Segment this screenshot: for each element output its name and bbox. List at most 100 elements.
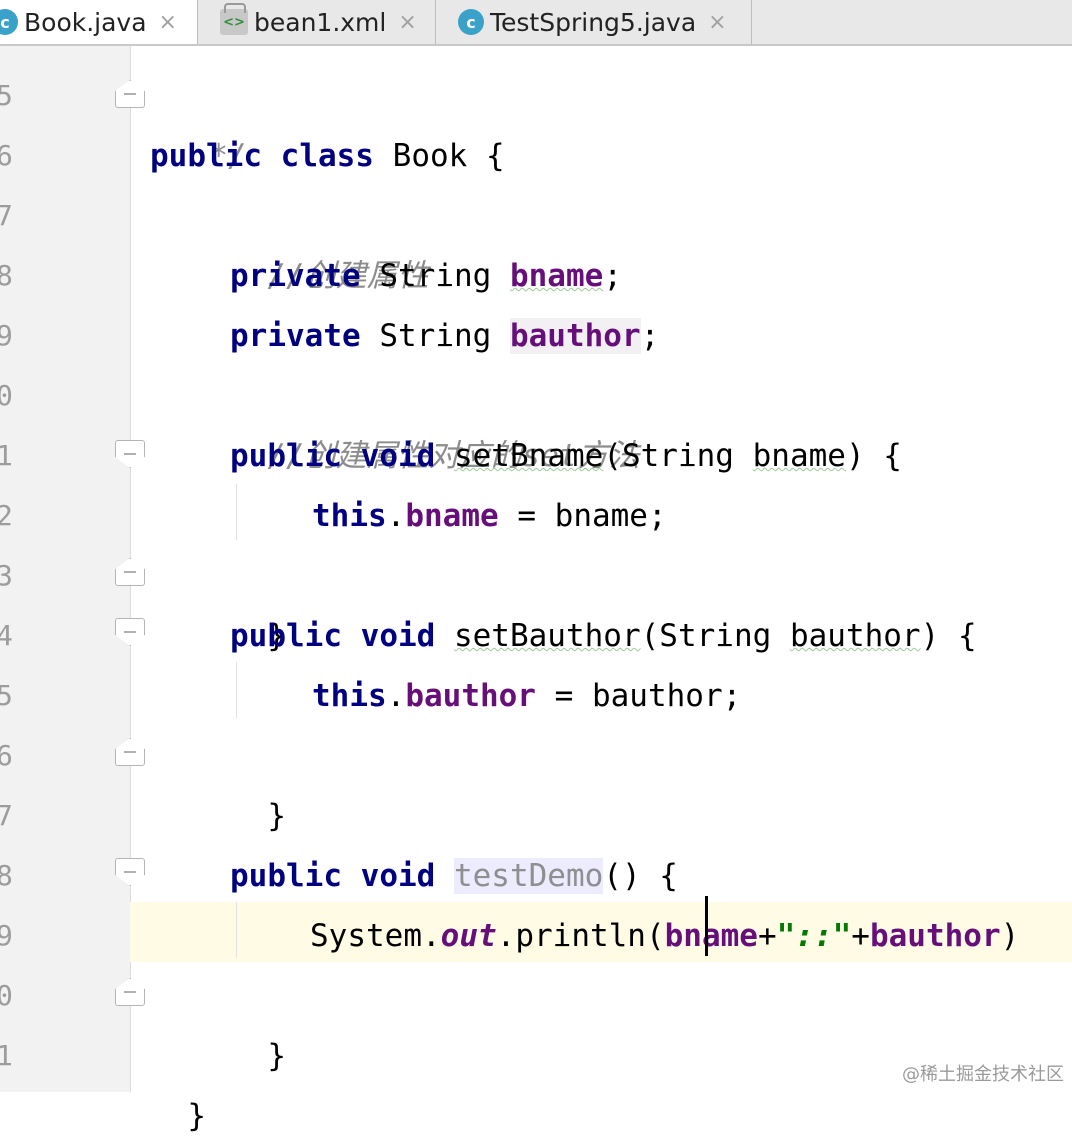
string-literal: "::" — [776, 918, 852, 954]
watermark: @稀土掘金技术社区 — [902, 1064, 1064, 1085]
line-number: 3 — [0, 559, 13, 592]
line-number: 1 — [0, 439, 13, 472]
code-line-19[interactable]: System.out.println(bname+"::"+bauthor) — [310, 906, 1019, 966]
close-icon[interactable]: × — [708, 10, 726, 35]
type: String — [379, 318, 492, 354]
method-name: testDemo — [453, 858, 604, 894]
keyword: public — [230, 438, 342, 474]
dot: . — [386, 498, 406, 534]
brace: { — [485, 138, 505, 174]
line-number: 1 — [0, 1039, 13, 1072]
semicolon: ; — [603, 258, 622, 294]
line-number: 6 — [0, 139, 13, 172]
java-class-icon: c — [0, 9, 18, 35]
paren: ( — [640, 618, 660, 654]
indent-guide — [236, 662, 237, 718]
line-number: 9 — [0, 919, 13, 952]
line-number: 7 — [0, 199, 13, 232]
code-line-14[interactable]: public void setBauthor(String bauthor) { — [230, 606, 977, 666]
brace: { — [883, 438, 902, 474]
code-line-13[interactable]: } — [230, 546, 286, 654]
static-field: out — [440, 918, 497, 954]
class-name: Book — [392, 138, 468, 174]
code-line-8[interactable]: private String bname; — [230, 246, 622, 306]
type: String — [621, 438, 734, 474]
tab-book-java[interactable]: c Book.java × — [0, 0, 198, 44]
line-number: 7 — [0, 799, 13, 832]
indent-guide — [236, 902, 237, 958]
brace: } — [267, 798, 286, 834]
line-number: 9 — [0, 319, 13, 352]
field-name: bname — [405, 498, 499, 534]
code-line-5[interactable]: */ — [172, 66, 246, 174]
close-icon[interactable]: × — [398, 10, 416, 35]
code-line-16[interactable]: } — [230, 726, 286, 834]
field-name: bauthor — [405, 678, 536, 714]
brace: { — [957, 618, 977, 654]
semicolon: ; — [640, 318, 660, 354]
code-line-20[interactable]: } — [230, 966, 286, 1074]
param-name: bname — [752, 438, 846, 474]
indent-guide — [236, 484, 237, 540]
tab-bean1-xml[interactable]: <> bean1.xml × — [198, 0, 436, 44]
field-name: bauthor — [509, 318, 641, 354]
text-cursor — [705, 896, 708, 956]
line-number: 6 — [0, 739, 13, 772]
tab-testspring5-java[interactable]: c TestSpring5.java × — [436, 0, 752, 44]
tab-label: Book.java — [24, 7, 147, 37]
dot: . — [386, 678, 406, 714]
line-number: 0 — [0, 379, 13, 412]
variable: bauthor — [591, 678, 723, 714]
keyword: this — [312, 678, 387, 714]
line-number: 0 — [0, 979, 13, 1012]
assign: = — [498, 498, 555, 534]
keyword: void — [360, 618, 436, 654]
brace: { — [659, 858, 678, 894]
xml-file-icon: <> — [220, 3, 248, 35]
method-call: println( — [515, 918, 665, 954]
semicolon: ; — [722, 678, 742, 714]
line-number: 5 — [0, 79, 13, 112]
keyword: private — [230, 318, 361, 354]
semicolon: ; — [647, 498, 667, 534]
assign: = — [535, 678, 592, 714]
line-number: 5 — [0, 679, 13, 712]
variable: bname — [554, 498, 648, 534]
close-icon[interactable]: × — [159, 10, 177, 35]
paren: ) — [1000, 918, 1020, 954]
code-line-15[interactable]: this.bauthor = bauthor; — [312, 666, 741, 726]
paren: ( — [603, 438, 622, 474]
type: String — [659, 618, 772, 654]
field-name: bauthor — [869, 918, 1001, 954]
method-name: setBauthor — [453, 618, 641, 654]
tab-label: bean1.xml — [254, 7, 387, 37]
code-line-6[interactable]: public class Book { — [150, 126, 505, 186]
code-line-7[interactable]: //创建属性 — [230, 186, 428, 294]
keyword: this — [312, 498, 387, 534]
line-number: 8 — [0, 259, 13, 292]
keyword: public — [150, 138, 262, 174]
keyword: private — [230, 258, 361, 294]
field-name: bname — [664, 918, 758, 954]
code-line-18[interactable]: public void testDemo() { — [230, 846, 678, 906]
brace: } — [187, 1098, 206, 1134]
code-line-12[interactable]: this.bname = bname; — [312, 486, 667, 546]
class-name: System — [310, 918, 422, 954]
line-number: 4 — [0, 619, 13, 652]
line-number-gutter[interactable]: 5 6 7 8 9 0 1 2 3 4 5 6 7 8 9 0 1 — [0, 46, 131, 1092]
paren: ) — [920, 618, 940, 654]
code-line-11[interactable]: public void setBname(String bname) { — [230, 426, 902, 486]
keyword: public — [230, 858, 342, 894]
code-line-21[interactable]: } — [150, 1026, 206, 1134]
paren: ) — [845, 438, 865, 474]
code-line-10[interactable]: //创建属性对应的set方法 — [230, 366, 639, 474]
field-name: bname — [509, 258, 604, 294]
parens: () — [603, 858, 641, 894]
brace: } — [267, 1038, 286, 1074]
type: String — [379, 258, 492, 294]
editor-tab-bar: c Book.java × <> bean1.xml × c TestSprin… — [0, 0, 1072, 46]
method-name: setBname — [453, 438, 604, 474]
code-line-9[interactable]: private String bauthor; — [230, 306, 659, 366]
line-number: 2 — [0, 499, 13, 532]
operator: + — [757, 918, 777, 954]
